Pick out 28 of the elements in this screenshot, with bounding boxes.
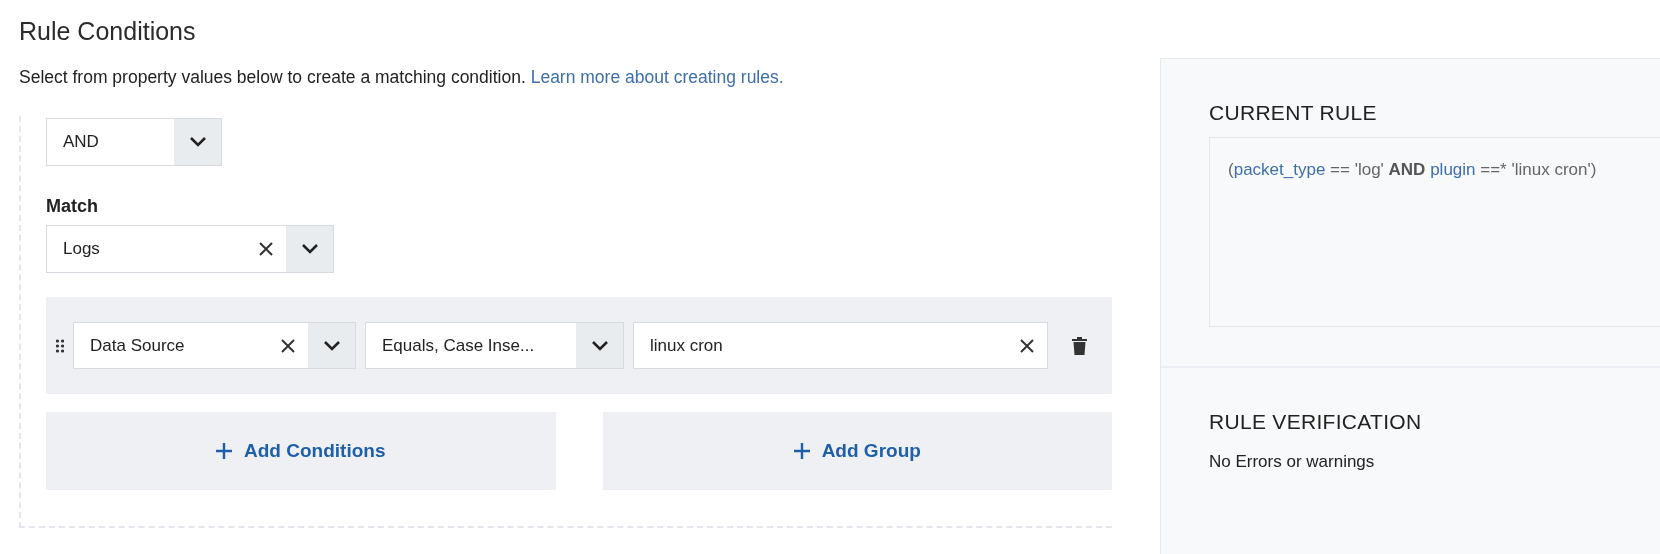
close-icon [281, 338, 295, 353]
plus-icon [216, 443, 233, 459]
close-icon [1020, 338, 1034, 353]
match-label: Match [46, 196, 99, 217]
chevron-down-icon [188, 136, 207, 148]
verification-message: No Errors or warnings [1209, 452, 1376, 473]
match-select[interactable]: Logs [46, 225, 334, 273]
rule-expression: (packet_type == 'log' AND plugin ==* 'linux cron') [1228, 160, 1598, 180]
trash-icon[interactable] [1071, 335, 1088, 356]
learn-more-link[interactable]: Learn more about creating rules. [530, 67, 784, 87]
chevron-down-icon [590, 339, 609, 352]
description-text: Select from property values below to create a matching condition. Learn more about creating rules. [19, 66, 785, 88]
page-heading: Rule Conditions [19, 16, 197, 46]
add-button[interactable]: Add Group [602, 412, 1112, 490]
dropdown-button[interactable] [576, 323, 623, 368]
close-icon [259, 242, 273, 256]
property-select[interactable]: Data Source [73, 322, 356, 369]
value-field[interactable]: linux cron [633, 322, 1048, 369]
operator-select[interactable]: AND [46, 118, 222, 166]
verification-title: RULE VERIFICATION [1209, 410, 1423, 435]
dropdown-button[interactable] [174, 119, 221, 165]
add-button[interactable]: Add Conditions [46, 412, 556, 490]
chevron-down-icon [322, 339, 341, 352]
comparator-select[interactable]: Equals, Case Inse... [365, 322, 624, 369]
plus-icon [793, 443, 810, 459]
drag-handle-icon[interactable] [56, 338, 64, 353]
chevron-down-icon [300, 243, 319, 255]
current-rule-title: CURRENT RULE [1209, 101, 1378, 125]
